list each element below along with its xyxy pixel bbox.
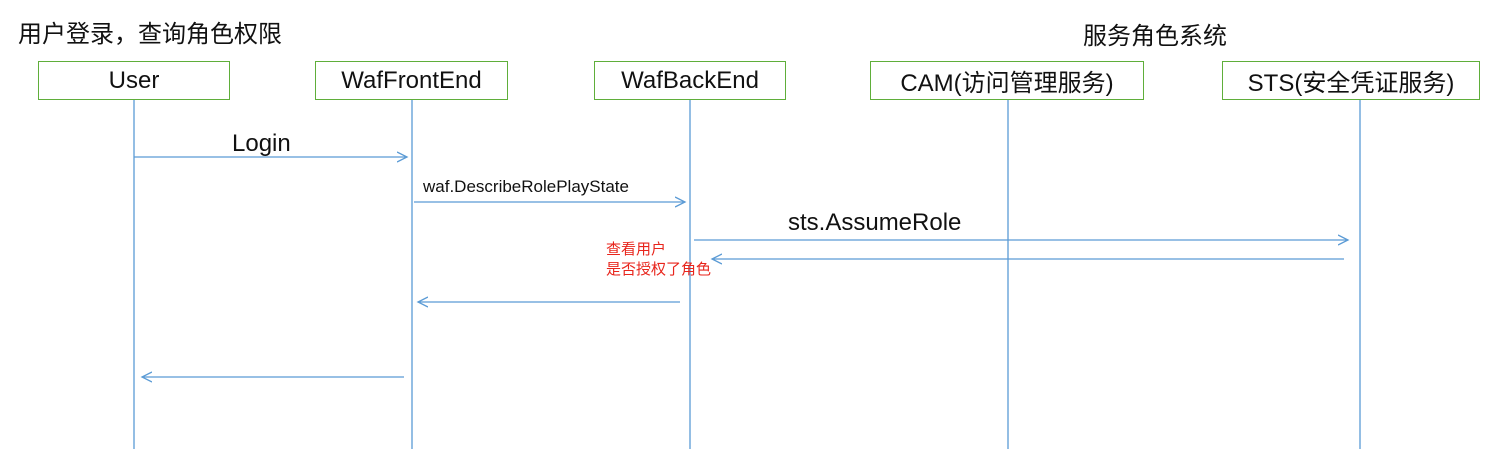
message-label-login: Login bbox=[232, 130, 291, 157]
actor-user: User bbox=[38, 61, 230, 100]
note-line-1: 查看用户 bbox=[606, 240, 667, 258]
message-label-describe-role-play-state: waf.DescribeRolePlayState bbox=[423, 177, 629, 196]
annotation-note: 查看用户 是否授权了角色 bbox=[606, 239, 711, 279]
note-line-2: 是否授权了角色 bbox=[606, 260, 712, 278]
actor-waf-frontend: WafFrontEnd bbox=[315, 61, 508, 100]
message-label-assume-role: sts.AssumeRole bbox=[788, 209, 962, 236]
actor-waf-backend: WafBackEnd bbox=[594, 61, 786, 100]
actor-sts: STS(安全凭证服务) bbox=[1222, 61, 1480, 100]
actor-cam: CAM(访问管理服务) bbox=[870, 61, 1144, 100]
